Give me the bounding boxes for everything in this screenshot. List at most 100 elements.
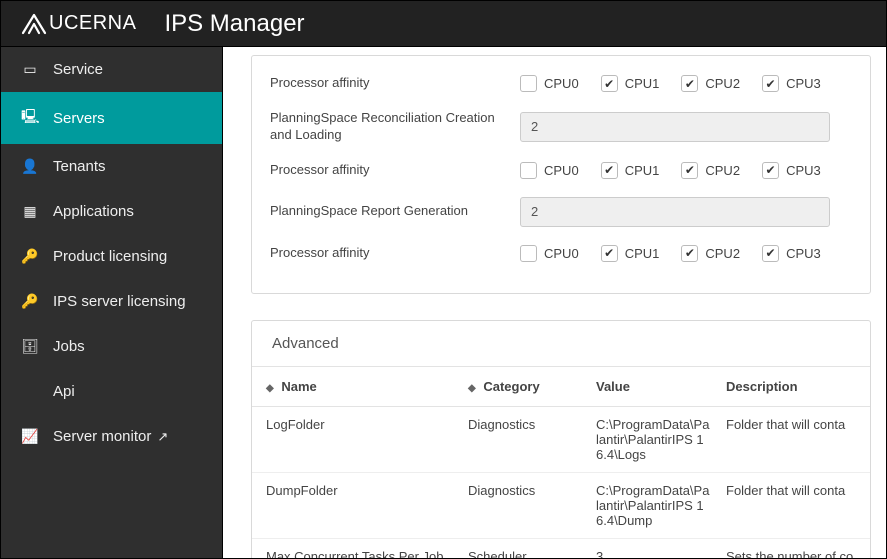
- advanced-panel: Advanced ◆ Name ◆ Category Value: [251, 320, 871, 558]
- sidebar-item-label: Tenants: [53, 158, 106, 175]
- sidebar-item-label: Jobs: [53, 338, 85, 355]
- sidebar-item-applications[interactable]: ▦ Applications: [1, 189, 222, 234]
- brand-mark-icon: [21, 13, 47, 35]
- cpu-label: CPU3: [786, 163, 821, 178]
- cpu-checkbox-cpu0[interactable]: CPU0: [520, 75, 579, 92]
- cell-name: Max Concurrent Tasks Per Job: [252, 538, 460, 558]
- cpu-checkbox-cpu2[interactable]: ✔ CPU2: [681, 75, 740, 92]
- cpu-label: CPU0: [544, 163, 579, 178]
- sidebar: ▭Service 🖳 Servers 👤 Tenants ▦ Applications 🔑 Pr…: [1, 47, 223, 558]
- table-row[interactable]: DumpFolderDiagnosticsC:\ProgramData\Pala…: [252, 472, 870, 538]
- numeric-input[interactable]: [520, 197, 830, 227]
- cell-category: Scheduler: [460, 538, 588, 558]
- checkbox-icon: ✔: [762, 75, 779, 92]
- sidebar-icon: 🖳: [21, 106, 39, 130]
- cpu-label: CPU0: [544, 76, 579, 91]
- cpu-checkbox-cpu0[interactable]: CPU0: [520, 245, 579, 262]
- table-row[interactable]: LogFolderDiagnosticsC:\ProgramData\Palan…: [252, 406, 870, 472]
- cell-category: Diagnostics: [460, 472, 588, 538]
- checkbox-icon: [520, 162, 537, 179]
- settings-panel: Processor affinityCPU0✔CPU1✔CPU2✔CPU3Pla…: [251, 55, 871, 294]
- sidebar-icon: ▭: [21, 61, 39, 78]
- sidebar-item-tenants[interactable]: 👤 Tenants: [1, 144, 222, 189]
- settings-row-label: Processor affinity: [270, 75, 520, 92]
- checkbox-icon: ✔: [681, 245, 698, 262]
- sidebar-item-ips-server-licensing[interactable]: 🔑IPS server licensing: [1, 279, 222, 324]
- checkbox-icon: ✔: [762, 245, 779, 262]
- sidebar-item-jobs[interactable]: 🗄 Jobs: [1, 324, 222, 369]
- sidebar-item-label: Server monitor: [53, 428, 151, 445]
- sort-icon: ◆: [266, 383, 274, 394]
- cpu-checkbox-cpu1[interactable]: ✔CPU1: [601, 162, 660, 179]
- checkbox-icon: [520, 245, 537, 262]
- checkbox-icon: ✔: [601, 75, 618, 92]
- cell-value: C:\ProgramData\Palantir\PalantirIPS 16.4…: [588, 472, 718, 538]
- sort-icon: ◆: [468, 383, 476, 394]
- settings-row: Processor affinityCPU0✔CPU1✔CPU2✔CPU3: [270, 236, 852, 271]
- sidebar-item-api[interactable]: Api: [1, 369, 222, 414]
- checkbox-icon: ✔: [762, 162, 779, 179]
- cpu-checkbox-cpu3[interactable]: ✔ CPU3: [762, 75, 821, 92]
- settings-row-controls: CPU0 ✔ CPU1 ✔ CPU2 ✔ CPU3: [520, 75, 852, 92]
- cpu-checkbox-cpu0[interactable]: CPU0: [520, 162, 579, 179]
- cell-description: Folder that will conta: [718, 472, 870, 538]
- cell-category: Diagnostics: [460, 406, 588, 472]
- cpu-checkbox-cpu1[interactable]: ✔CPU1: [601, 245, 660, 262]
- table-row[interactable]: Max Concurrent Tasks Per JobScheduler3Se…: [252, 538, 870, 558]
- cell-name: DumpFolder: [252, 472, 460, 538]
- checkbox-icon: ✔: [681, 162, 698, 179]
- brand-logo: UCERNA: [21, 12, 136, 35]
- checkbox-icon: ✔: [601, 162, 618, 179]
- cpu-label: CPU2: [705, 163, 740, 178]
- sidebar-item-label: Product licensing: [53, 248, 167, 265]
- cell-description: Sets the number of co parallel execution…: [718, 538, 870, 558]
- sidebar-item-label: Servers: [53, 110, 105, 127]
- sidebar-icon: 👤: [21, 158, 39, 175]
- advanced-panel-title: Advanced: [252, 321, 870, 367]
- cell-value: 3: [588, 538, 718, 558]
- sidebar-icon: 🔑: [21, 293, 39, 310]
- sidebar-icon: 🔑: [21, 248, 39, 265]
- cpu-checkbox-cpu3[interactable]: ✔ CPU3: [762, 245, 821, 262]
- settings-row-label: Processor affinity: [270, 162, 520, 179]
- cpu-checkbox-cpu2[interactable]: ✔ CPU2: [681, 245, 740, 262]
- cell-value: C:\ProgramData\Palantir\PalantirIPS 16.4…: [588, 406, 718, 472]
- checkbox-icon: ✔: [601, 245, 618, 262]
- col-header-description[interactable]: Description: [718, 367, 870, 407]
- sidebar-item-product-licensing[interactable]: 🔑 Product licensing: [1, 234, 222, 279]
- external-link-icon: ↗: [157, 429, 168, 445]
- cpu-checkbox-cpu2[interactable]: ✔ CPU2: [681, 162, 740, 179]
- col-header-name[interactable]: ◆ Name: [252, 367, 460, 407]
- settings-row-label: PlanningSpace Reconciliation Creation an…: [270, 110, 520, 144]
- cpu-label: CPU3: [786, 246, 821, 261]
- app-header: UCERNA IPS Manager: [1, 1, 886, 47]
- settings-row: PlanningSpace Reconciliation Creation an…: [270, 101, 852, 153]
- settings-row: PlanningSpace Report Generation: [270, 188, 852, 236]
- app-title: IPS Manager: [164, 10, 304, 38]
- cpu-label: CPU1: [625, 76, 660, 91]
- sidebar-icon: ▦: [21, 203, 39, 220]
- cpu-label: CPU3: [786, 76, 821, 91]
- col-header-value[interactable]: Value: [588, 367, 718, 407]
- settings-row: Processor affinityCPU0✔CPU1✔CPU2✔CPU3: [270, 153, 852, 188]
- sidebar-item-label: Applications: [53, 203, 134, 220]
- settings-row-controls: [520, 197, 852, 227]
- sidebar-item-servers[interactable]: 🖳 Servers: [1, 92, 222, 144]
- sidebar-icon: 🗄: [21, 338, 39, 355]
- sidebar-icon: 📈: [21, 428, 39, 445]
- cell-description: Folder that will conta: [718, 406, 870, 472]
- checkbox-icon: ✔: [681, 75, 698, 92]
- col-header-category[interactable]: ◆ Category: [460, 367, 588, 407]
- sidebar-item-server-monitor[interactable]: 📈 Server monitor ↗: [1, 414, 222, 459]
- advanced-table: ◆ Name ◆ Category Value Description: [252, 367, 870, 558]
- settings-row-label: Processor affinity: [270, 245, 520, 262]
- cpu-label: CPU2: [705, 76, 740, 91]
- sidebar-item-label: Api: [53, 383, 75, 400]
- numeric-input[interactable]: [520, 112, 830, 142]
- cell-name: LogFolder: [252, 406, 460, 472]
- cpu-checkbox-cpu1[interactable]: ✔ CPU1: [601, 75, 660, 92]
- cpu-label: CPU2: [705, 246, 740, 261]
- sidebar-item-service[interactable]: ▭Service: [1, 47, 222, 92]
- settings-row-controls: CPU0✔CPU1✔CPU2✔CPU3: [520, 245, 852, 262]
- cpu-checkbox-cpu3[interactable]: ✔ CPU3: [762, 162, 821, 179]
